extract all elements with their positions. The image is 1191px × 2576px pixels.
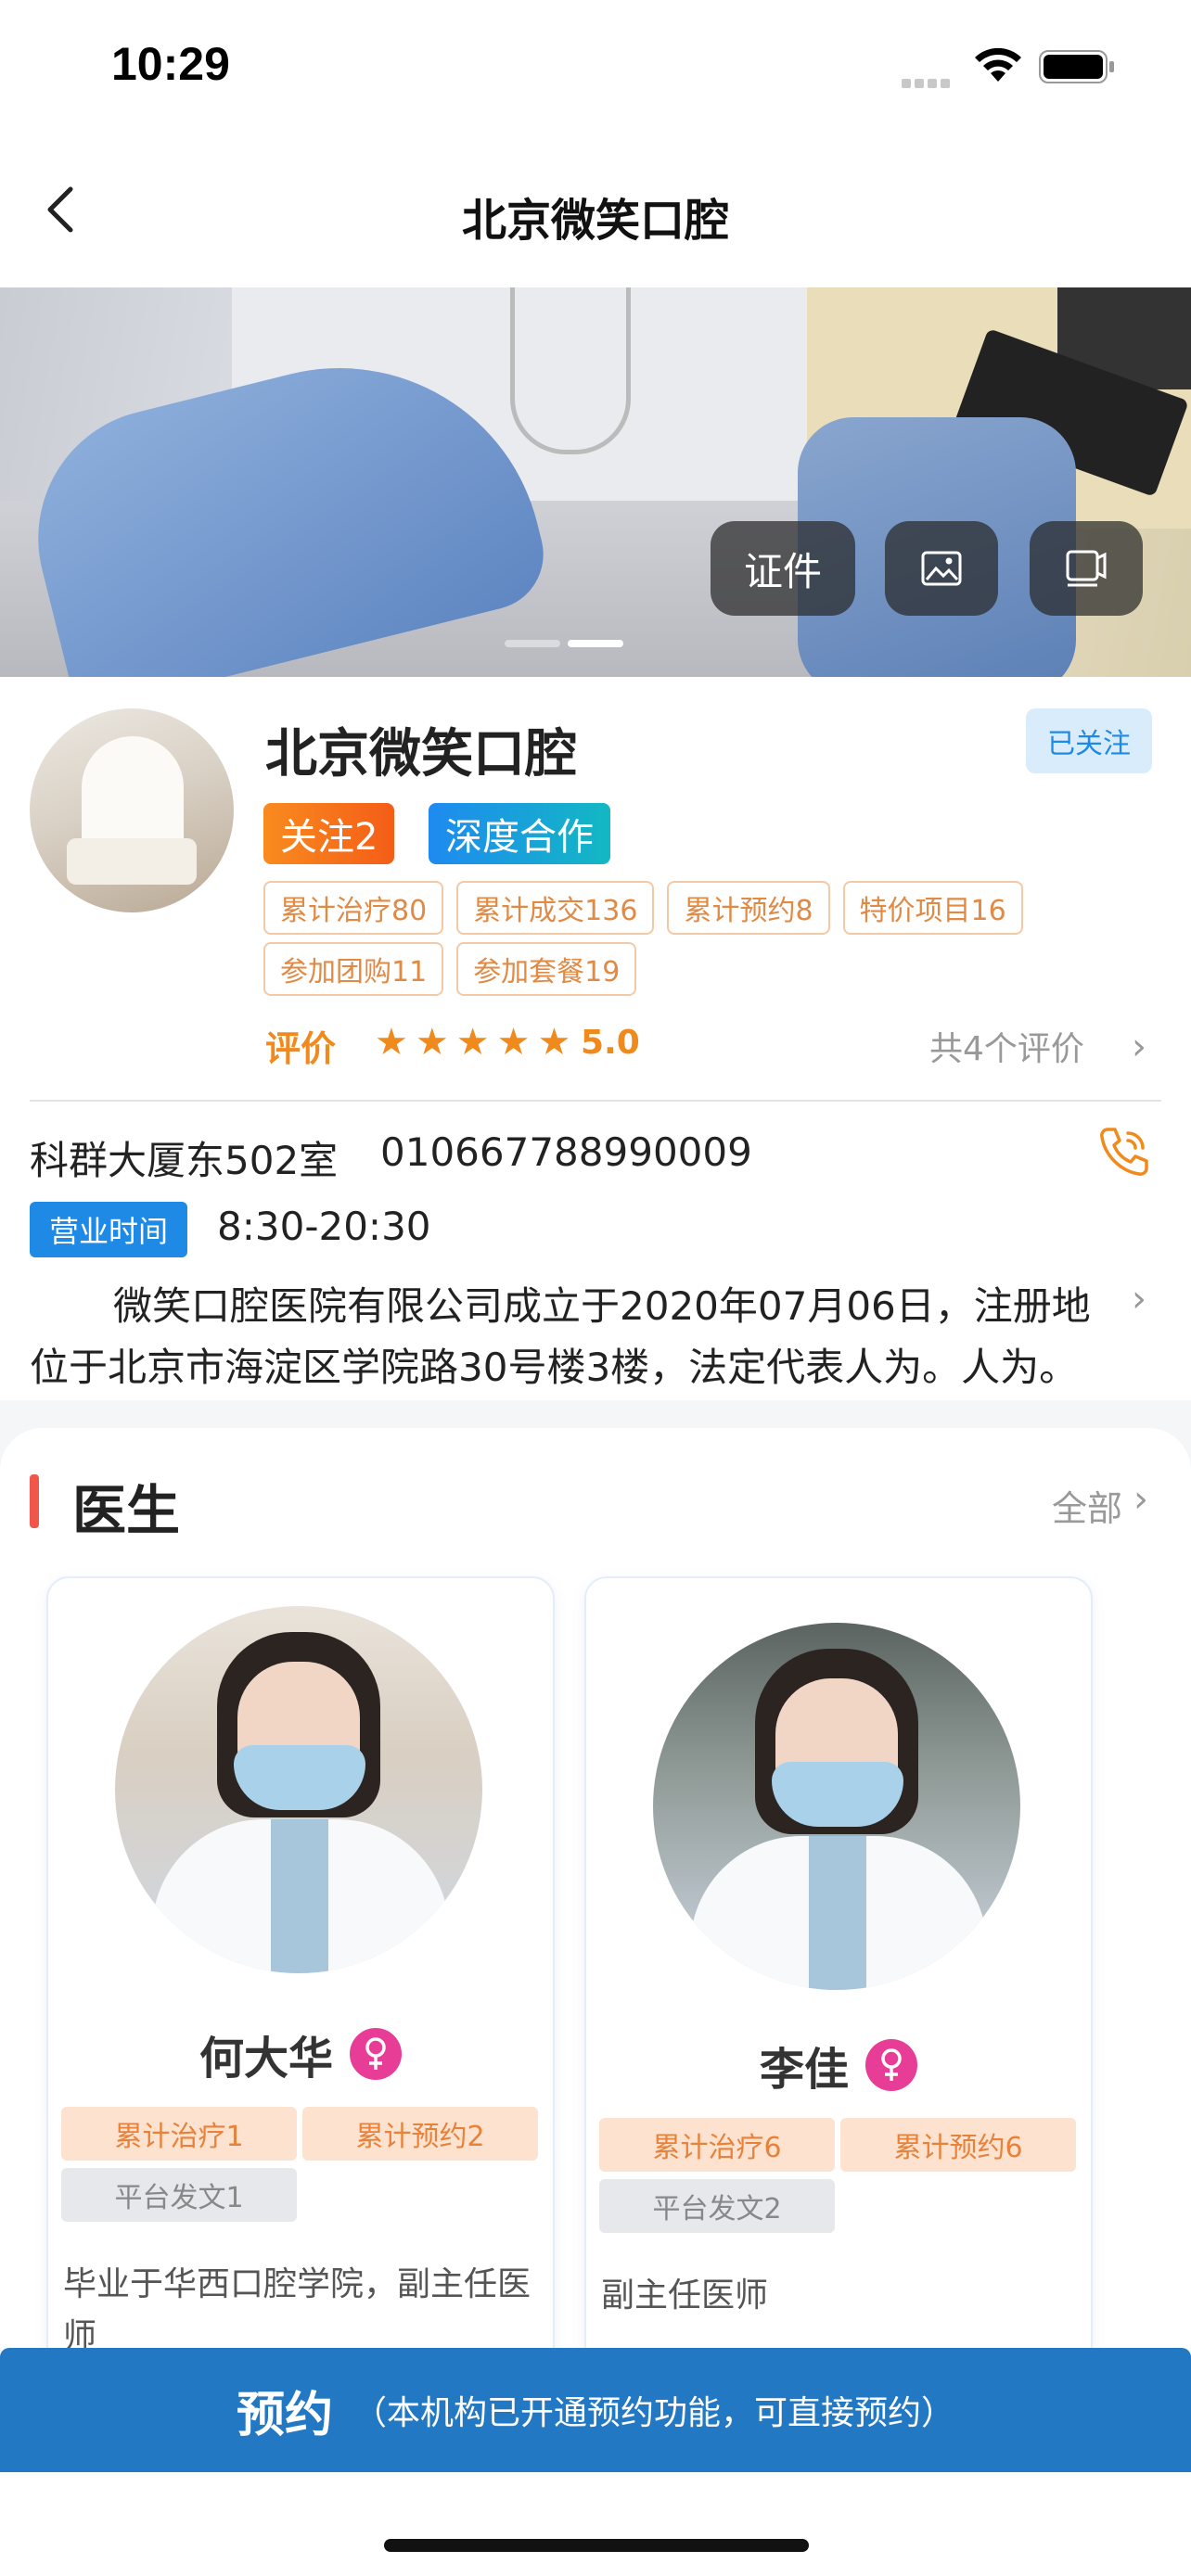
business-hours: 8:30-20:30 — [217, 1204, 431, 1249]
wifi-icon — [975, 47, 1021, 82]
battery-icon — [1039, 50, 1114, 83]
doctor-name: 李佳 — [759, 2044, 849, 2096]
followers-badge: 关注2 — [263, 803, 395, 864]
clinic-name: 北京微笑口腔 — [265, 724, 577, 784]
phone-call-icon[interactable] — [1095, 1122, 1154, 1181]
doctor-stat-tag: 累计预约6 — [840, 2118, 1076, 2172]
star-icon: ★ — [455, 1021, 490, 1064]
carousel-indicator — [505, 640, 623, 647]
clinic-avatar — [30, 708, 234, 912]
section-title: 医生 — [72, 1479, 181, 1542]
cellular-signal-icon — [902, 74, 957, 88]
business-hours-badge: 营业时间 — [30, 1202, 187, 1257]
clinic-address: 科群大厦东502室 — [30, 1138, 339, 1183]
follow-button[interactable]: 已关注 — [1026, 708, 1152, 773]
star-icon: ★ — [375, 1021, 408, 1064]
doctor-stat-tag: 累计治疗6 — [599, 2118, 835, 2172]
clinic-photo-carousel[interactable] — [0, 287, 1191, 677]
review-count-link[interactable]: 共4个评价 — [929, 1022, 1084, 1070]
chevron-right-icon[interactable]: › — [1133, 1478, 1148, 1521]
doctor-photo — [653, 1623, 1020, 1990]
page-title: 北京微笑口腔 — [461, 195, 729, 247]
star-icon: ★ — [496, 1021, 531, 1064]
nav-bar: 北京微笑口腔 — [0, 139, 1191, 287]
home-indicator[interactable] — [384, 2539, 809, 2552]
stat-tag: 参加套餐19 — [456, 942, 637, 996]
doctor-posts-tag: 平台发文2 — [599, 2179, 835, 2233]
rating-score: 5.0 — [581, 1024, 640, 1062]
clinic-info-card: 北京微笑口腔 已关注 关注2 深度合作 累计治疗80 累计成交136 累计预约8… — [0, 677, 1191, 1400]
bottom-safe-area — [0, 2472, 1191, 2576]
booking-note: （本机构已开通预约功能，可直接预约） — [353, 2394, 955, 2432]
doctor-name: 何大华 — [198, 2033, 333, 2085]
chevron-right-icon[interactable]: › — [1132, 1278, 1146, 1320]
star-icon: ★ — [537, 1021, 571, 1064]
clinic-stats: 累计治疗80 累计成交136 累计预约8 特价项目16 参加团购11 参加套餐1… — [263, 881, 1098, 996]
doctor-stat-tag: 累计预约2 — [302, 2107, 538, 2161]
partnership-badge: 深度合作 — [429, 803, 610, 864]
doctor-card[interactable]: 何大华 累计治疗1 累计预约2 平台发文1 毕业于华西口腔学院，副主任医师 — [46, 1576, 555, 2411]
clinic-intro[interactable]: 微笑口腔医院有限公司成立于2020年07月06日，注册地位于北京市海淀区学院路3… — [30, 1276, 1096, 1398]
clinic-phone: 010667788990009 — [380, 1129, 752, 1175]
female-icon — [350, 2028, 402, 2080]
view-all-doctors-link[interactable]: 全部 — [1052, 1480, 1122, 1531]
video-button[interactable] — [1030, 521, 1143, 616]
gallery-button[interactable] — [885, 521, 998, 616]
doctor-card[interactable]: 李佳 累计治疗6 累计预约6 平台发文2 副主任医师 — [584, 1576, 1093, 2411]
divider — [30, 1100, 1161, 1102]
female-icon — [865, 2039, 917, 2091]
booking-label: 预约 — [236, 2387, 333, 2443]
chevron-right-icon[interactable]: › — [1132, 1026, 1146, 1068]
stat-tag: 参加团购11 — [263, 942, 444, 996]
rating-stars: ★ ★ ★ ★ ★ — [375, 1024, 570, 1061]
status-time: 10:29 — [111, 38, 230, 90]
stat-tag: 特价项目16 — [842, 881, 1023, 935]
doctor-description: 副主任医师 — [601, 2276, 769, 2315]
doctor-stat-tag: 累计治疗1 — [61, 2107, 297, 2161]
image-icon — [921, 551, 962, 586]
section-accent-bar — [30, 1474, 39, 1528]
certificate-button[interactable]: 证件 — [711, 521, 855, 616]
status-bar: 10:29 — [0, 0, 1191, 139]
booking-button[interactable]: 预约 （本机构已开通预约功能，可直接预约） — [0, 2348, 1191, 2472]
rating-label: 评价 — [265, 1028, 337, 1069]
stat-tag: 累计预约8 — [667, 881, 830, 935]
stat-tag: 累计治疗80 — [263, 881, 444, 935]
doctor-posts-tag: 平台发文1 — [61, 2168, 297, 2222]
panorama-icon — [1066, 550, 1107, 587]
stat-tag: 累计成交136 — [456, 881, 655, 935]
doctor-photo — [115, 1606, 482, 1973]
star-icon: ★ — [415, 1021, 449, 1064]
